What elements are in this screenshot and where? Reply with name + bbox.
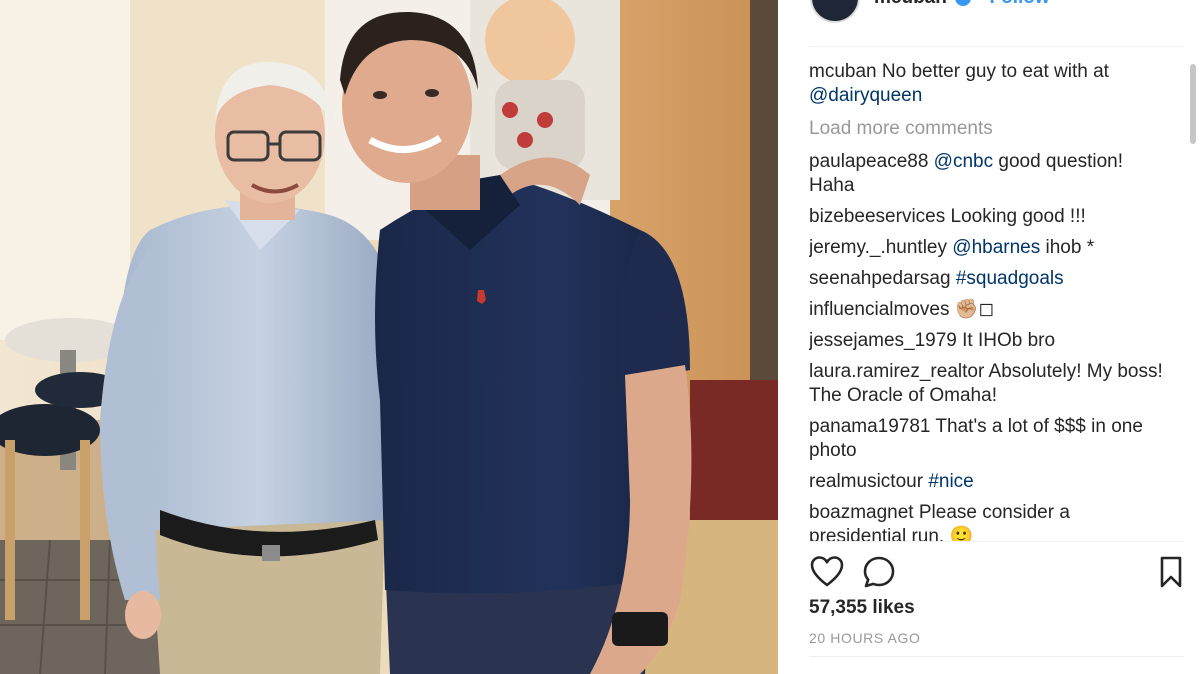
post-timestamp[interactable]: 20 HOURS AGO	[809, 630, 920, 646]
post-header: mcuban ✓ • Follow	[810, 0, 1170, 23]
comment-text: It IHOb bro	[956, 330, 1056, 351]
comment-username[interactable]: influencialmoves	[809, 299, 949, 320]
post-sidebar: mcuban ✓ • Follow mcuban No better guy t…	[778, 0, 1200, 674]
comment-item: jessejames_1979 It IHOb bro	[809, 329, 1169, 353]
comment-mention[interactable]: @hbarnes	[952, 237, 1040, 258]
comment-username[interactable]: jeremy._.huntley	[809, 237, 947, 258]
verified-badge-icon: ✓	[954, 0, 971, 6]
comment-username[interactable]: jessejames_1979	[809, 330, 957, 351]
heart-icon[interactable]	[809, 554, 845, 590]
header-username[interactable]: mcuban	[874, 0, 947, 9]
comment-item: seenahpedarsag #squadgoals	[809, 267, 1169, 291]
comment-item: paulapeace88 @cnbc good question! Haha	[809, 150, 1169, 198]
comments-list[interactable]: mcuban No better guy to eat with at @dai…	[809, 60, 1169, 541]
avatar[interactable]	[810, 0, 860, 23]
caption-username[interactable]: mcuban	[809, 61, 877, 82]
comment-text: ✊🏼◻	[949, 299, 995, 320]
comment-item: jeremy._.huntley @hbarnes ihob *	[809, 236, 1169, 260]
comment-username[interactable]: paulapeace88	[809, 151, 928, 172]
comment-username[interactable]: laura.ramirez_realtor	[809, 361, 984, 382]
comment-username[interactable]: realmusictour	[809, 471, 923, 492]
likes-count[interactable]: 57,355 likes	[809, 597, 915, 619]
caption-text: No better guy to eat with at	[876, 61, 1109, 82]
comment-item: laura.ramirez_realtor Absolutely! My bos…	[809, 360, 1169, 408]
post-photo[interactable]	[0, 0, 778, 674]
header-separator: •	[977, 0, 984, 9]
divider	[809, 46, 1184, 47]
comment-username[interactable]: boazmagnet	[809, 502, 914, 523]
comment-username[interactable]: bizebeeservices	[809, 206, 945, 227]
comment-rows: paulapeace88 @cnbc good question! Haha bi…	[809, 150, 1169, 541]
comments-scrollbar[interactable]	[1190, 50, 1198, 536]
comment-item: panama19781 That's a lot of $$$ in one p…	[809, 415, 1169, 463]
caption: mcuban No better guy to eat with at @dai…	[809, 60, 1169, 108]
bookmark-icon[interactable]	[1153, 554, 1189, 590]
comment-username[interactable]: panama19781	[809, 416, 931, 437]
comment-mention[interactable]: #nice	[928, 471, 973, 492]
comment-item: bizebeeservices Looking good !!!	[809, 205, 1169, 229]
comment-icon[interactable]	[861, 554, 897, 590]
comment-item: boazmagnet Please consider a presidentia…	[809, 501, 1169, 541]
caption-mention[interactable]: @dairyqueen	[809, 85, 922, 106]
comment-text: ihob *	[1040, 237, 1095, 258]
comment-text: Looking good !!!	[945, 206, 1086, 227]
photo-illustration	[0, 0, 778, 674]
comment-item: realmusictour #nice	[809, 470, 1169, 494]
divider	[809, 656, 1184, 657]
load-more-comments-button[interactable]: Load more comments	[809, 117, 1169, 141]
post-actions	[809, 552, 1189, 592]
comment-mention[interactable]: @cnbc	[934, 151, 993, 172]
comment-item: influencialmoves ✊🏼◻	[809, 298, 1169, 322]
scrollbar-thumb[interactable]	[1190, 64, 1196, 144]
comment-username[interactable]: seenahpedarsag	[809, 268, 951, 289]
follow-button[interactable]: Follow	[990, 0, 1050, 9]
divider	[809, 541, 1184, 542]
comment-mention[interactable]: #squadgoals	[956, 268, 1064, 289]
